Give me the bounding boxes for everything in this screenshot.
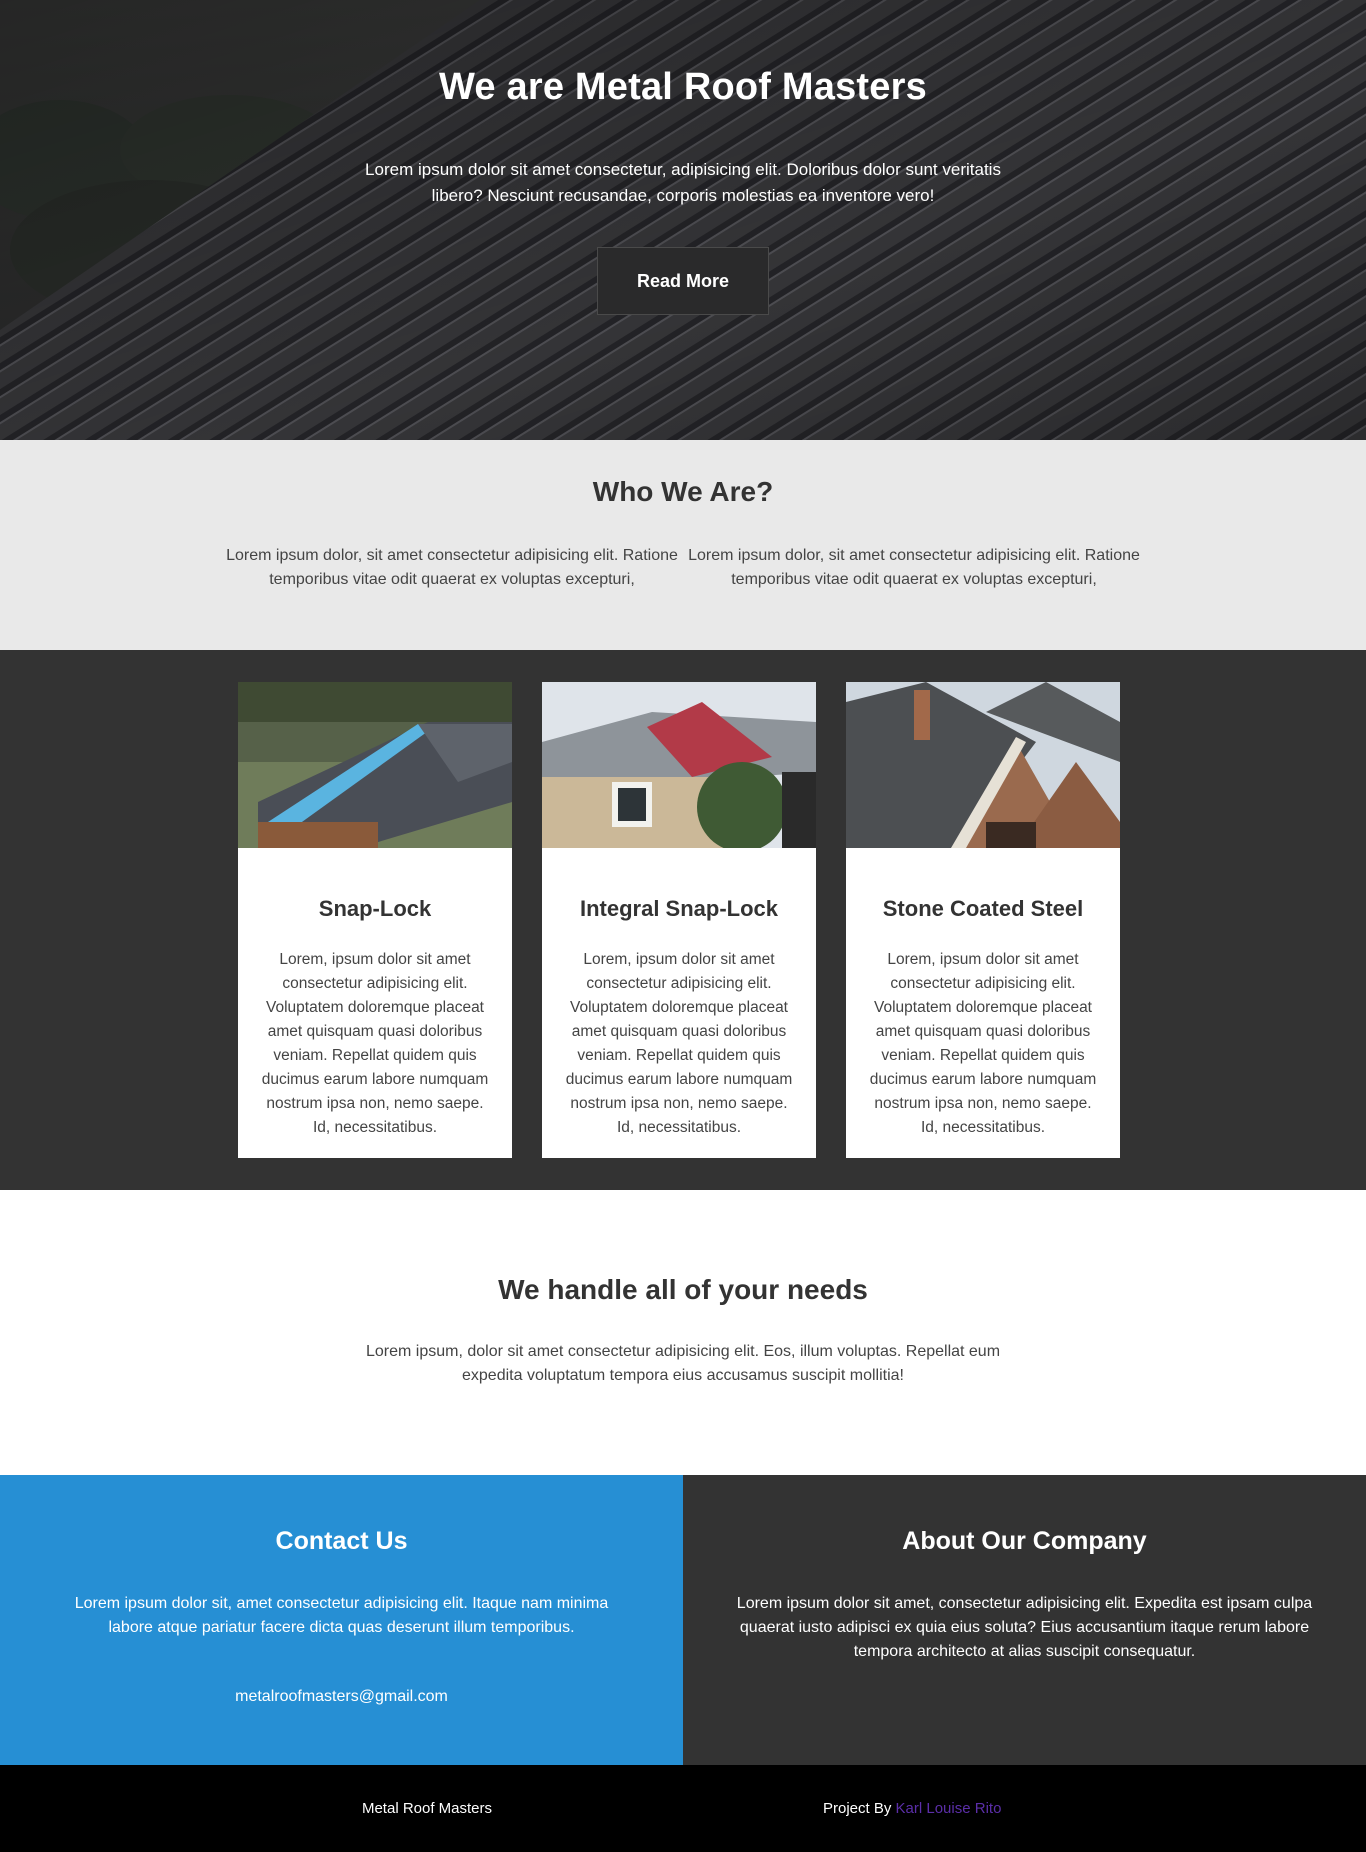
about-title: About Our Company — [902, 1527, 1147, 1555]
author-link[interactable]: Karl Louise Rito — [896, 1800, 1002, 1817]
contact-panel: Contact Us Lorem ipsum dolor sit, amet c… — [0, 1475, 683, 1765]
card-text: Lorem, ipsum dolor sit amet consectetur … — [261, 951, 489, 1136]
card-text: Lorem, ipsum dolor sit amet consectetur … — [869, 951, 1097, 1136]
hero-text: Lorem ipsum dolor sit amet consectetur, … — [365, 160, 1001, 205]
roof-types-section: Snap-Lock Lorem, ipsum dolor sit amet co… — [0, 650, 1366, 1190]
card-title: Stone Coated Steel — [882, 896, 1084, 921]
integral-snap-lock-roof-image — [542, 682, 816, 848]
about-text: Lorem ipsum dolor sit amet, consectetur … — [736, 1595, 1313, 1660]
who-title: Who We Are? — [592, 476, 774, 507]
card-snap-lock: Snap-Lock Lorem, ipsum dolor sit amet co… — [238, 682, 512, 1158]
needs-section: We handle all of your needs Lorem ipsum,… — [0, 1190, 1366, 1475]
about-panel: About Our Company Lorem ipsum dolor sit … — [683, 1475, 1366, 1765]
footer-credit-prefix: Project By — [823, 1800, 896, 1817]
card-integral-snap-lock: Integral Snap-Lock Lorem, ipsum dolor si… — [542, 682, 816, 1158]
who-column-right: Lorem ipsum dolor, sit amet consectetur … — [688, 547, 1140, 588]
card-stone-coated-steel: Stone Coated Steel Lorem, ipsum dolor si… — [846, 682, 1120, 1158]
needs-text: Lorem ipsum, dolor sit amet consectetur … — [365, 1343, 1001, 1384]
footer-brand: Metal Roof Masters — [361, 1800, 493, 1817]
who-we-are-section: Who We Are? Lorem ipsum dolor, sit amet … — [0, 440, 1366, 650]
stone-coated-steel-roof-image — [846, 682, 1120, 848]
who-columns: Lorem ipsum dolor, sit amet consectetur … — [0, 544, 1366, 592]
contact-text: Lorem ipsum dolor sit, amet consectetur … — [74, 1595, 609, 1636]
contact-title: Contact Us — [275, 1527, 408, 1555]
card-title: Integral Snap-Lock — [579, 896, 779, 921]
needs-title: We handle all of your needs — [498, 1274, 868, 1305]
contact-about-section: Contact Us Lorem ipsum dolor sit, amet c… — [0, 1475, 1366, 1765]
card-text: Lorem, ipsum dolor sit amet consectetur … — [565, 951, 793, 1136]
read-more-button[interactable]: Read More — [597, 247, 769, 315]
card-title: Snap-Lock — [318, 896, 432, 921]
who-column-left: Lorem ipsum dolor, sit amet consectetur … — [226, 547, 678, 588]
contact-email-link[interactable]: metalroofmasters@gmail.com — [235, 1688, 448, 1706]
hero-section: We are Metal Roof Masters Lorem ipsum do… — [0, 0, 1366, 440]
footer: Metal Roof Masters Project By Karl Louis… — [0, 1765, 1366, 1852]
hero-title: We are Metal Roof Masters — [439, 66, 927, 108]
snap-lock-roof-image — [238, 682, 512, 848]
